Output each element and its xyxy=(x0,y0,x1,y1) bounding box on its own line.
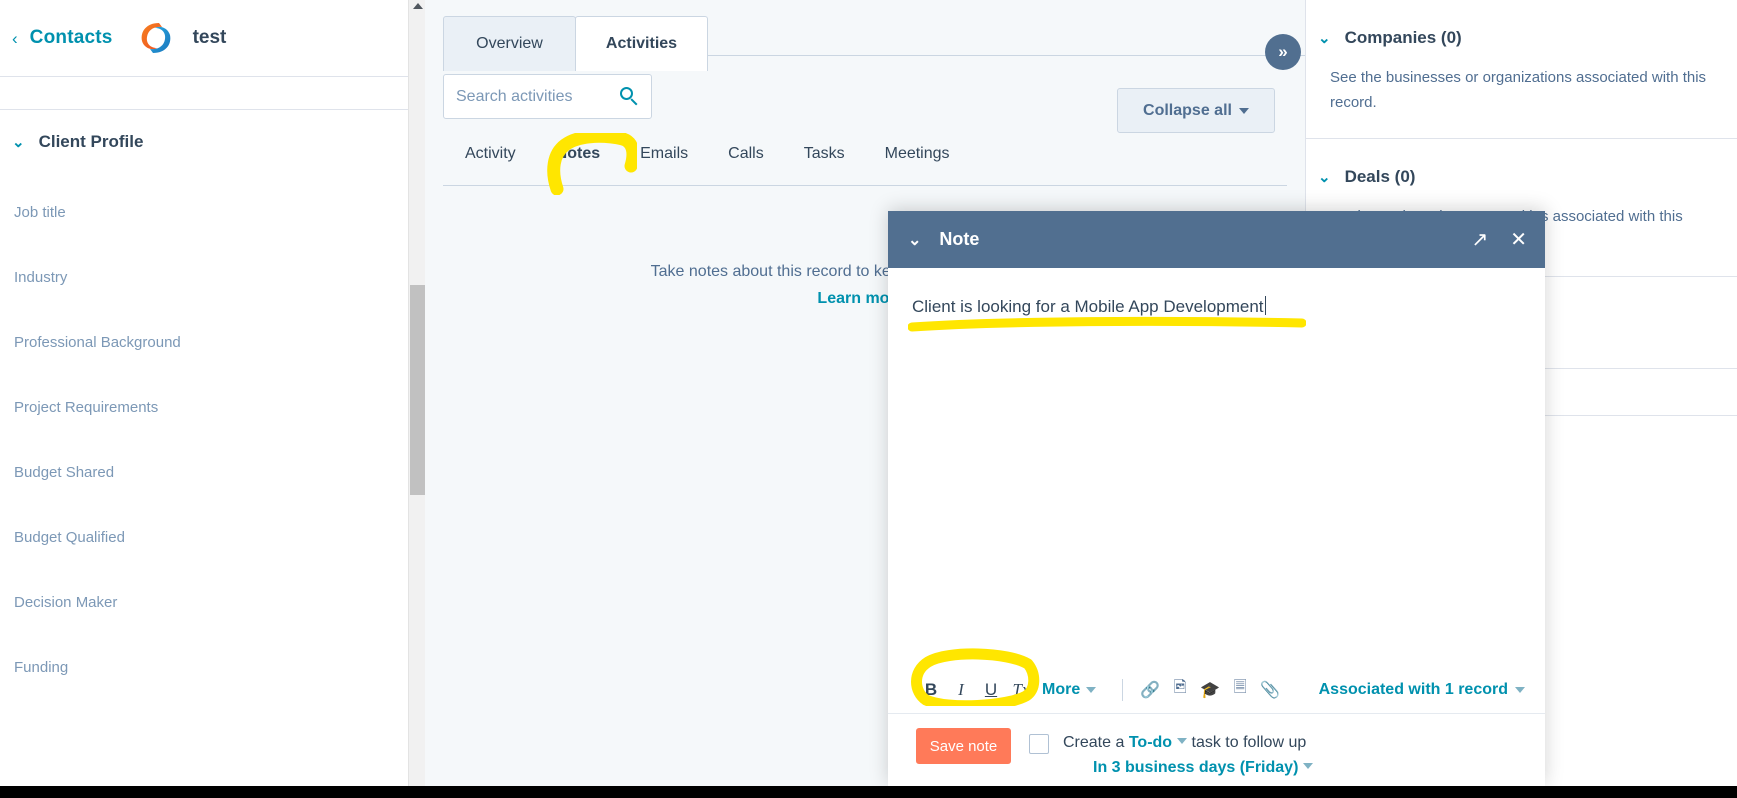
divider xyxy=(1122,678,1124,701)
list-item[interactable]: Funding xyxy=(0,635,408,700)
subtab-meetings[interactable]: Meetings xyxy=(885,145,950,163)
underline-button[interactable]: U xyxy=(976,680,1006,700)
chevron-left-icon[interactable]: ‹ xyxy=(12,30,20,47)
close-x-icon[interactable]: ✕ xyxy=(1510,227,1527,252)
search-input[interactable]: Search activities xyxy=(443,74,652,119)
knowledge-cap-icon[interactable]: 🎓 xyxy=(1195,680,1225,700)
left-sidebar: ‹ Contacts test ⌄ Client Profile Job tit… xyxy=(0,0,408,786)
note-composer-dialog: ⌄ Note ↗ ✕ Client is looking for a Mobil… xyxy=(888,211,1545,786)
more-label: More xyxy=(1042,680,1081,698)
chevron-down-icon[interactable]: ⌄ xyxy=(1318,168,1331,186)
companies-section: ⌄ Companies (0) See the businesses or or… xyxy=(1306,0,1737,138)
subtab-tasks[interactable]: Tasks xyxy=(804,145,845,163)
bold-button[interactable]: B xyxy=(916,680,946,700)
save-note-button[interactable]: Save note xyxy=(916,728,1011,764)
more-formatting-button[interactable]: More xyxy=(1042,680,1097,699)
italic-button[interactable]: I xyxy=(946,680,976,700)
list-item[interactable]: Budget Qualified xyxy=(0,505,408,570)
breadcrumb: ‹ Contacts test xyxy=(0,0,408,76)
note-body-text: Client is looking for a Mobile App Devel… xyxy=(912,297,1264,316)
search-icon[interactable] xyxy=(620,87,639,106)
todo-suffix: task to follow up xyxy=(1191,734,1307,751)
expand-diagonal-icon[interactable]: ↗ xyxy=(1471,227,1488,252)
client-profile-section-header[interactable]: ⌄ Client Profile xyxy=(0,110,408,174)
clear-formatting-button[interactable]: Tx xyxy=(1006,680,1036,700)
due-date-dropdown[interactable]: In 3 business days (Friday) xyxy=(1093,759,1298,776)
follow-up-text: Create a To-do task to follow up In 3 bu… xyxy=(1063,731,1314,781)
list-item[interactable]: Job title xyxy=(0,180,408,245)
companies-description: See the businesses or organizations asso… xyxy=(1330,69,1707,111)
toolbar-spacer xyxy=(0,77,408,109)
save-note-label: Save note xyxy=(929,737,998,755)
chevron-down-icon[interactable]: ⌄ xyxy=(1318,29,1331,47)
scroll-up-arrow-icon[interactable] xyxy=(413,3,423,9)
property-list: Job title Industry Professional Backgrou… xyxy=(0,174,408,700)
caret-down-icon xyxy=(1303,762,1314,769)
task-type-dropdown[interactable]: To-do xyxy=(1129,734,1172,751)
todo-prefix: Create a xyxy=(1063,734,1125,751)
double-chevron-right-icon: » xyxy=(1278,42,1288,61)
companies-title: Companies (0) xyxy=(1344,28,1462,47)
create-task-checkbox[interactable] xyxy=(1029,734,1049,754)
collapse-all-label: Collapse all xyxy=(1143,101,1232,119)
caret-down-icon xyxy=(1177,738,1188,744)
breadcrumb-contacts-link[interactable]: Contacts xyxy=(30,27,113,49)
list-item[interactable]: Decision Maker xyxy=(0,570,408,635)
list-item[interactable]: Industry xyxy=(0,245,408,310)
collapse-all-button[interactable]: Collapse all xyxy=(1117,88,1275,133)
caret-down-icon xyxy=(1086,686,1097,693)
list-item[interactable]: Professional Background xyxy=(0,310,408,375)
record-title: test xyxy=(192,27,227,48)
expand-sidebar-button[interactable]: » xyxy=(1265,34,1301,70)
record-tabs: Overview Activities xyxy=(425,0,1305,71)
caret-down-icon xyxy=(1238,107,1249,114)
crm-record-page: ‹ Contacts test ⌄ Client Profile Job tit… xyxy=(0,0,1737,798)
chevron-down-icon[interactable]: ⌄ xyxy=(908,230,921,250)
note-editor-area[interactable]: Client is looking for a Mobile App Devel… xyxy=(888,268,1545,666)
image-icon[interactable]: 🖻 xyxy=(1165,676,1195,703)
list-item[interactable]: Project Requirements xyxy=(0,375,408,440)
note-dialog-header: ⌄ Note ↗ ✕ xyxy=(888,211,1545,268)
associated-records-dropdown[interactable]: Associated with 1 record xyxy=(1319,681,1525,699)
search-placeholder: Search activities xyxy=(456,87,573,105)
list-item[interactable]: Budget Shared xyxy=(0,440,408,505)
scrollbar-thumb[interactable] xyxy=(410,285,425,495)
subtab-calls[interactable]: Calls xyxy=(728,145,764,163)
caret-down-icon xyxy=(1515,686,1525,693)
deals-section-header[interactable]: ⌄ Deals (0) xyxy=(1306,159,1737,187)
vertical-scrollbar[interactable] xyxy=(408,0,425,786)
subtab-activity[interactable]: Activity xyxy=(465,145,516,163)
link-icon[interactable]: 🔗 xyxy=(1135,680,1165,700)
chevron-down-icon[interactable]: ⌄ xyxy=(12,133,25,151)
note-dialog-title: Note xyxy=(939,229,980,249)
subtab-notes[interactable]: Notes xyxy=(556,145,600,163)
attachment-clip-icon[interactable]: 📎 xyxy=(1255,680,1285,700)
deals-title: Deals (0) xyxy=(1344,166,1416,186)
document-icon[interactable]: 🗏 xyxy=(1225,676,1255,703)
associated-label: Associated with 1 record xyxy=(1318,680,1508,698)
subtab-emails[interactable]: Emails xyxy=(640,145,688,163)
screen-bottom-bar xyxy=(0,786,1737,798)
note-dialog-footer: Save note Create a To-do task to follow … xyxy=(888,714,1545,786)
note-format-toolbar: B I U Tx More 🔗 🖻 🎓 🗏 📎 Associated with … xyxy=(888,666,1545,714)
companies-section-header[interactable]: ⌄ Companies (0) xyxy=(1306,20,1737,48)
section-title: Client Profile xyxy=(38,132,144,151)
follow-up-task-row: Create a To-do task to follow up In 3 bu… xyxy=(1029,728,1314,781)
text-cursor xyxy=(1264,296,1267,315)
company-logo-icon xyxy=(135,17,177,59)
